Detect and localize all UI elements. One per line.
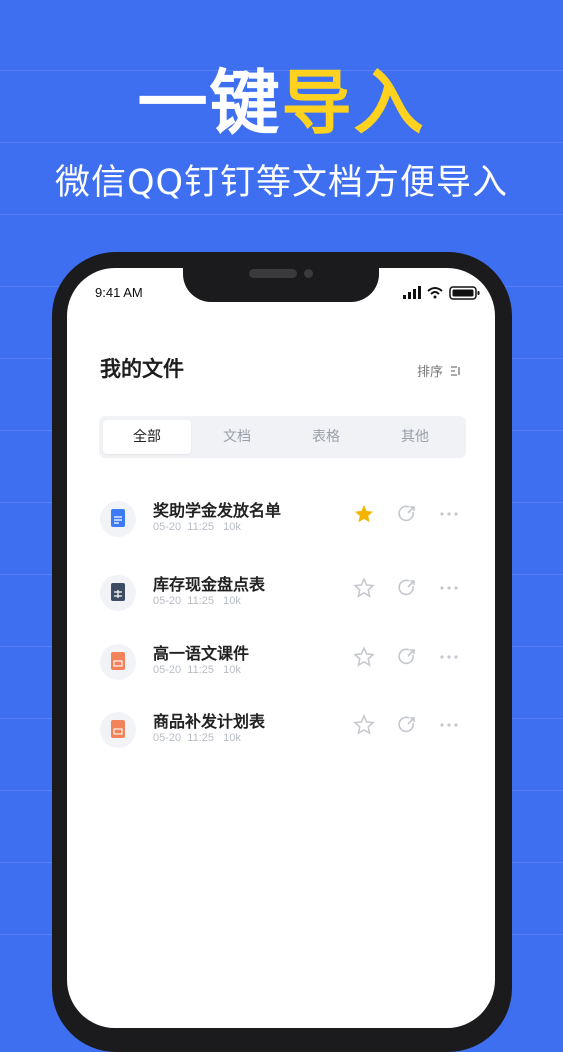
doc-icon: [111, 509, 125, 527]
file-meta: 05-20 11:25 10k: [153, 595, 241, 607]
status-icons: [403, 286, 480, 300]
tab-other[interactable]: 其他: [371, 420, 459, 454]
battery-icon: [449, 286, 480, 300]
headline: 一键导入: [0, 58, 563, 148]
headline-part1: 一键: [137, 62, 282, 144]
subline: 微信QQ钉钉等文档方便导入: [54, 163, 509, 203]
ppt-icon: [111, 720, 125, 738]
ppt-icon: [111, 652, 125, 670]
file-name: 高一语文课件: [153, 644, 250, 663]
phone-speaker: [249, 269, 297, 278]
signal-icon: [403, 286, 421, 299]
star-icon[interactable]: [353, 714, 375, 736]
file-time: 11:25: [187, 521, 214, 533]
star-icon[interactable]: [353, 503, 375, 525]
tab-docs[interactable]: 文档: [193, 420, 281, 454]
star-icon[interactable]: [353, 577, 375, 599]
share-icon[interactable]: [396, 714, 418, 736]
file-name: 奖助学金发放名单: [153, 501, 282, 520]
wifi-icon: [427, 287, 443, 299]
status-time: 9:41 AM: [95, 285, 143, 300]
more-icon[interactable]: [438, 577, 460, 599]
headline-part2: 导入: [281, 62, 426, 144]
file-name: 库存现金盘点表: [153, 575, 266, 594]
file-time: 11:25: [187, 732, 214, 744]
file-time: 11:25: [187, 595, 214, 607]
file-meta: 05-20 11:25 10k: [153, 732, 241, 744]
file-size: 10k: [223, 521, 241, 533]
more-icon[interactable]: [438, 646, 460, 668]
file-size: 10k: [223, 732, 241, 744]
file-meta: 05-20 11:25 10k: [153, 521, 241, 533]
more-icon[interactable]: [438, 714, 460, 736]
file-time: 11:25: [187, 664, 214, 676]
file-row[interactable]: 库存现金盘点表 05-20 11:25 10k: [100, 571, 470, 623]
more-icon[interactable]: [438, 503, 460, 525]
sort-icon: [451, 365, 460, 376]
file-meta: 05-20 11:25 10k: [153, 664, 241, 676]
sheet-icon: [111, 583, 125, 601]
phone-camera: [304, 269, 313, 278]
file-type-tabs: 全部 文档 表格 其他: [99, 416, 466, 458]
share-icon[interactable]: [396, 577, 418, 599]
file-date: 05-20: [153, 521, 182, 533]
sort-button[interactable]: 排序: [417, 361, 461, 380]
file-date: 05-20: [153, 732, 182, 744]
file-icon-wrap: [100, 712, 136, 748]
file-row[interactable]: 奖助学金发放名单 05-20 11:25 10k: [100, 497, 470, 549]
file-row[interactable]: 高一语文课件 05-20 11:25 10k: [100, 640, 470, 692]
file-row[interactable]: 商品补发计划表 05-20 11:25 10k: [100, 708, 470, 760]
file-size: 10k: [223, 664, 241, 676]
file-date: 05-20: [153, 664, 182, 676]
file-icon-wrap: [100, 644, 136, 680]
file-icon-wrap: [100, 575, 136, 611]
tab-all[interactable]: 全部: [103, 420, 191, 454]
share-icon[interactable]: [396, 503, 418, 525]
file-date: 05-20: [153, 595, 182, 607]
tab-sheets[interactable]: 表格: [282, 420, 370, 454]
page-title: 我的文件: [100, 357, 184, 381]
file-icon-wrap: [100, 501, 136, 537]
file-size: 10k: [223, 595, 241, 607]
star-icon[interactable]: [353, 646, 375, 668]
sort-label: 排序: [417, 365, 444, 380]
file-name: 商品补发计划表: [153, 712, 266, 731]
share-icon[interactable]: [396, 646, 418, 668]
